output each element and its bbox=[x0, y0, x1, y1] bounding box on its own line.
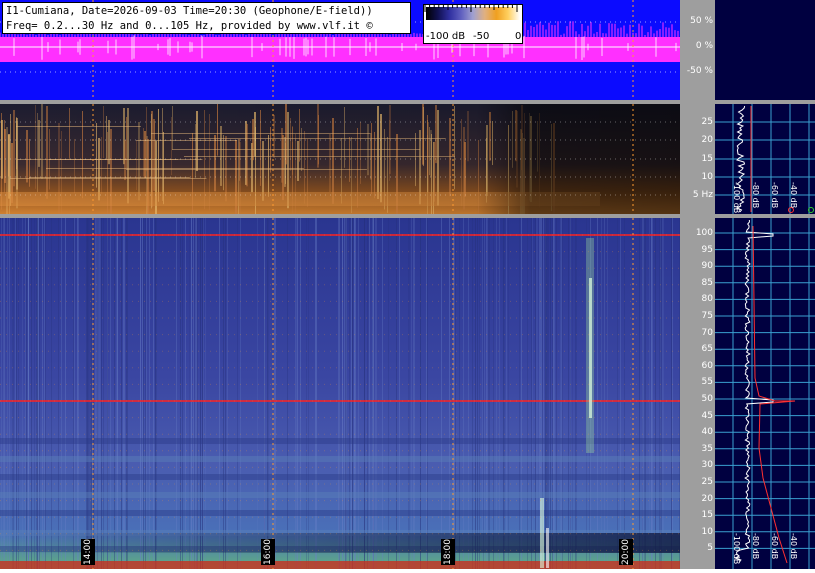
low-freq-tick-5: 5 Hz bbox=[692, 190, 713, 200]
main-freq-tick: 30 bbox=[701, 460, 713, 471]
time-label-1600: 16:00 bbox=[261, 539, 275, 565]
main-freq-tick: 25 bbox=[701, 477, 713, 487]
time-label-1400: 14:00 bbox=[81, 539, 95, 565]
main-freq-tick: 95 bbox=[701, 244, 713, 255]
main-side-label-1: -100 dB bbox=[732, 533, 741, 565]
low-frequency-spectrogram bbox=[0, 104, 680, 214]
main-freq-tick: 10 bbox=[701, 526, 713, 537]
main-freq-tick: 100 bbox=[695, 228, 713, 238]
main-freq-tick: 85 bbox=[701, 277, 713, 288]
low-frequency-spectrum-plot bbox=[715, 104, 815, 214]
main-freq-tick: 65 bbox=[701, 344, 713, 355]
header-line1: I1-Cumiana, Date=2026-09-03 Time=20:30 (… bbox=[6, 5, 373, 17]
main-freq-tick: 40 bbox=[701, 427, 713, 438]
main-spectrogram-image bbox=[0, 218, 680, 569]
waveform-tick-minus50: -50 % bbox=[686, 66, 713, 76]
main-spectrum-plot bbox=[715, 218, 815, 569]
low-side-label-2: -80 dB bbox=[751, 182, 760, 209]
time-label-1800: 18:00 bbox=[441, 539, 455, 565]
time-label-2000: 20:00 bbox=[619, 539, 633, 565]
colorbar-label-min: -100 dB bbox=[426, 31, 466, 42]
low-freq-tick-10: 10 bbox=[701, 172, 713, 182]
header-line2: Freq= 0.2...30 Hz and 0...105 Hz, provid… bbox=[6, 20, 373, 32]
low-frequency-spectrogram-image bbox=[0, 104, 680, 214]
main-freq-tick: 90 bbox=[701, 261, 713, 272]
main-spectrum-panel: -100 dB -80 dB -60 dB -40 dB bbox=[715, 218, 815, 569]
waveform-side-panel bbox=[715, 0, 815, 100]
main-freq-tick: 60 bbox=[701, 360, 713, 371]
main-freq-tick: 55 bbox=[701, 377, 713, 388]
main-freq-tick: 75 bbox=[701, 311, 713, 321]
waveform-panel: I1-Cumiana, Date=2026-09-03 Time=20:30 (… bbox=[0, 0, 680, 100]
colorbar-label-max: 0 bbox=[515, 31, 522, 42]
low-freq-tick-20: 20 bbox=[701, 135, 713, 145]
low-side-label-1: -100 dB bbox=[732, 182, 741, 214]
main-freq-tick: 50 bbox=[701, 394, 713, 404]
main-frequency-axis: 100 95 90 85 80 75 70 65 60 55 50 45 40 35 30 25 20 15 10 5 bbox=[680, 218, 715, 569]
waveform-tick-50: 50 % bbox=[690, 16, 713, 26]
waveform-tick-0: 0 % bbox=[695, 41, 713, 51]
low-freq-tick-15: 15 bbox=[701, 154, 713, 164]
main-freq-tick: 5 bbox=[707, 543, 713, 554]
main-freq-tick: 70 bbox=[701, 327, 713, 338]
main-side-label-3: -60 dB bbox=[770, 533, 779, 560]
colorbar-ticks bbox=[424, 5, 518, 12]
low-frequency-spectrum-panel: -100 dB -80 dB -60 dB -40 dB bbox=[715, 104, 815, 214]
main-freq-tick: 35 bbox=[701, 443, 713, 454]
colorbar-legend: -100 dB -50 0 bbox=[423, 4, 523, 44]
waveform-axis: 50 % 0 % -50 % bbox=[680, 0, 715, 100]
main-freq-tick: 15 bbox=[701, 510, 713, 521]
low-frequency-axis: 25 20 15 10 5 Hz bbox=[680, 104, 715, 214]
low-side-label-3: -60 dB bbox=[770, 182, 779, 209]
header-title-box: I1-Cumiana, Date=2026-09-03 Time=20:30 (… bbox=[2, 2, 411, 34]
main-freq-tick: 20 bbox=[701, 493, 713, 504]
low-freq-tick-25: 25 bbox=[701, 117, 713, 127]
main-freq-tick: 45 bbox=[701, 410, 713, 421]
main-side-label-4: -40 dB bbox=[789, 533, 798, 560]
main-side-label-2: -80 dB bbox=[751, 533, 760, 560]
main-freq-tick: 80 bbox=[701, 294, 713, 305]
colorbar-label-mid: -50 bbox=[473, 31, 490, 42]
main-spectrogram: 14:00 16:00 18:00 20:00 bbox=[0, 218, 680, 569]
low-side-label-4: -40 dB bbox=[789, 182, 798, 209]
